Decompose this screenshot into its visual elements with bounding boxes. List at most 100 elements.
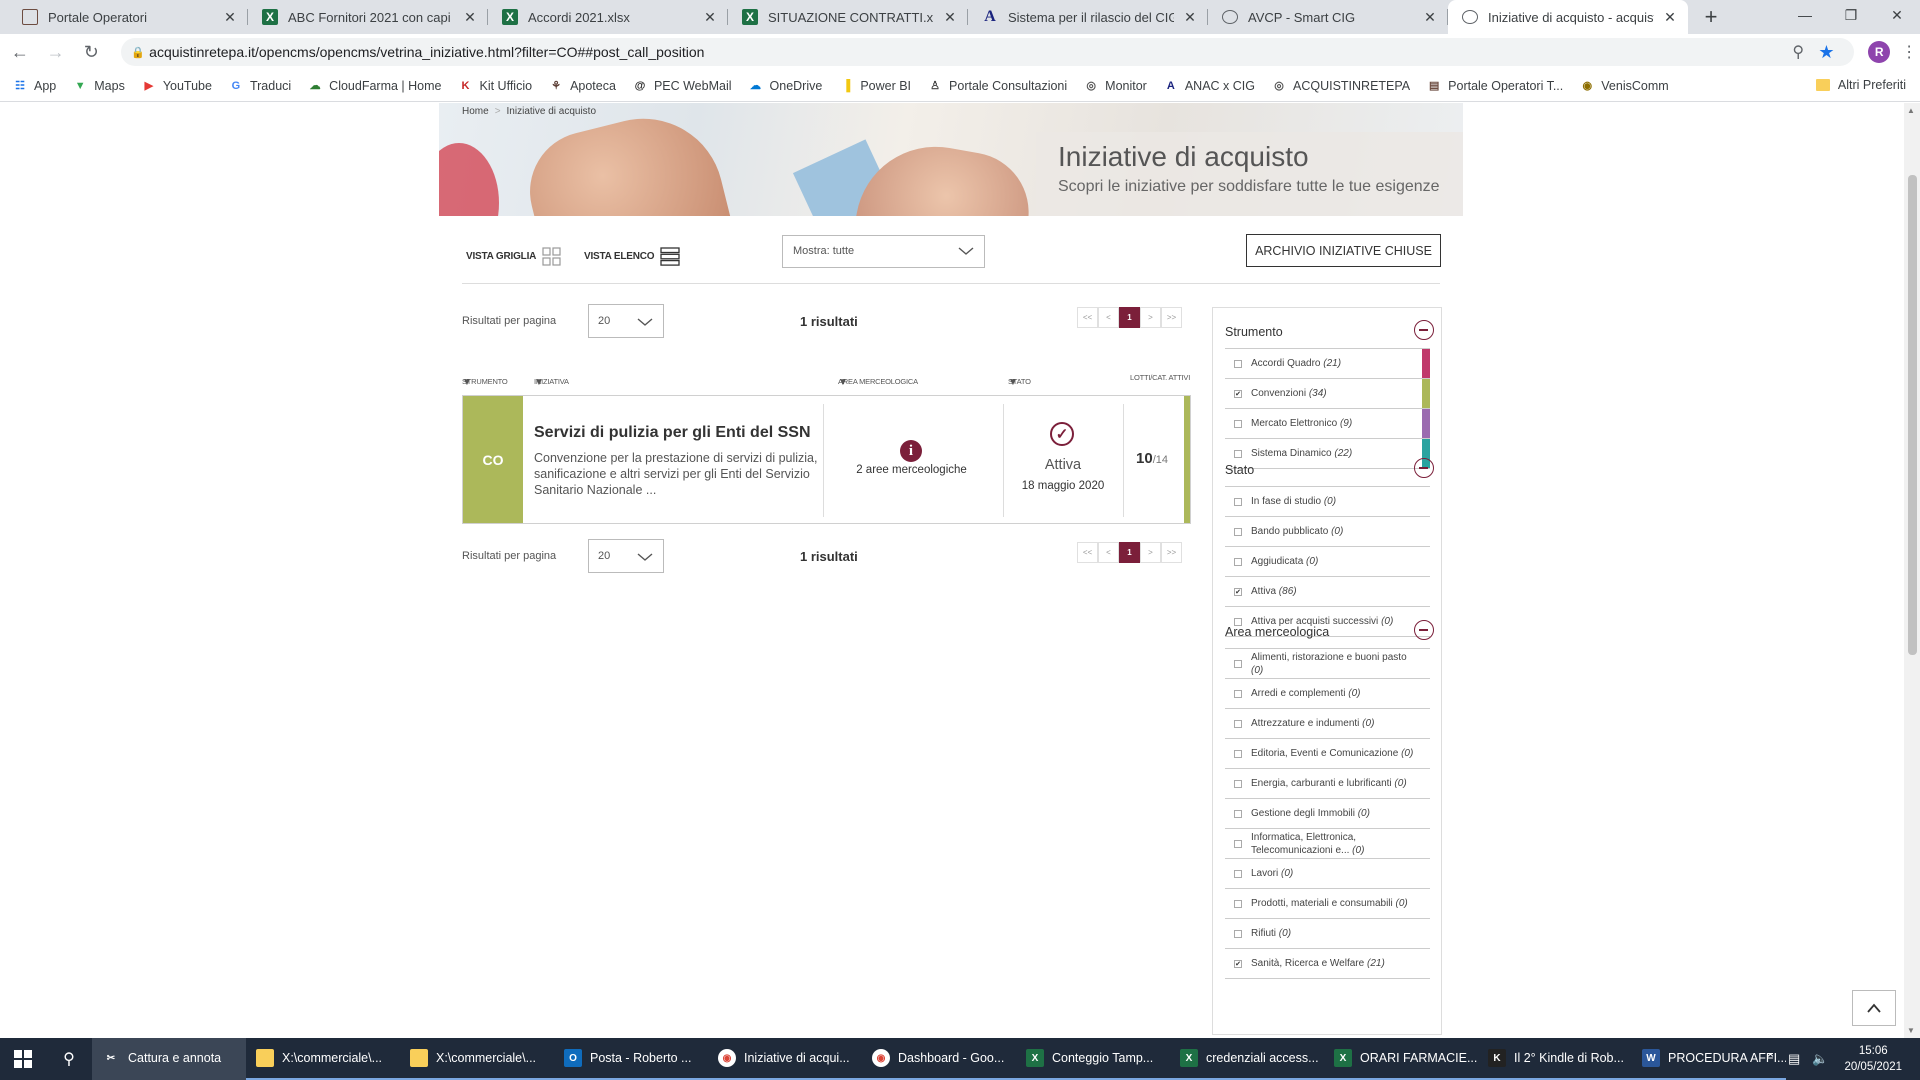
- zoom-icon[interactable]: ⚲: [1792, 42, 1818, 62]
- checkbox[interactable]: [1234, 660, 1242, 668]
- checkbox[interactable]: [1234, 360, 1242, 368]
- filter-option-area[interactable]: Arredi e complementi (0): [1225, 679, 1430, 709]
- filter-option-area[interactable]: Alimenti, ristorazione e buoni pasto (0): [1225, 649, 1430, 679]
- bookmark-item[interactable]: ▶ YouTube: [141, 78, 212, 94]
- bookmark-item[interactable]: @ PEC WebMail: [632, 78, 732, 94]
- filter-option-area[interactable]: Lavori (0): [1225, 859, 1430, 889]
- initiative-row[interactable]: CO Servizi di pulizia per gli Enti del S…: [462, 395, 1191, 524]
- first-page-button[interactable]: <<: [1077, 542, 1098, 563]
- filter-option-area[interactable]: Informatica, Elettronica, Telecomunicazi…: [1225, 829, 1430, 859]
- filter-option-strumento[interactable]: ✔ Convenzioni (34): [1225, 379, 1430, 409]
- page-scrollbar[interactable]: ▲ ▼: [1904, 103, 1920, 1038]
- taskbar-item[interactable]: X:\commerciale\...: [246, 1038, 400, 1080]
- scroll-up-icon[interactable]: ▲: [1907, 106, 1915, 115]
- close-tab-icon[interactable]: ✕: [1422, 9, 1438, 25]
- checkbox[interactable]: [1234, 870, 1242, 878]
- page-number-button[interactable]: 1: [1119, 307, 1140, 328]
- info-icon[interactable]: i: [900, 440, 922, 462]
- back-to-top-button[interactable]: [1852, 990, 1896, 1026]
- bookmark-item[interactable]: ▤ Portale Operatori T...: [1426, 78, 1563, 94]
- browser-tab[interactable]: X Accordi 2021.xlsx ✕: [488, 0, 728, 34]
- new-tab-button[interactable]: +: [1694, 0, 1728, 34]
- prev-page-button[interactable]: <: [1098, 542, 1119, 563]
- network-icon[interactable]: ▤: [1788, 1051, 1800, 1067]
- filter-option-strumento[interactable]: Accordi Quadro (21): [1225, 349, 1430, 379]
- last-page-button[interactable]: >>: [1161, 307, 1182, 328]
- taskbar-item[interactable]: X:\commerciale\...: [400, 1038, 554, 1080]
- forward-arrow-icon[interactable]: →: [40, 36, 72, 68]
- bookmark-item[interactable]: ☁ CloudFarma | Home: [307, 78, 442, 94]
- other-bookmarks[interactable]: Altri Preferiti: [1815, 78, 1906, 92]
- search-icon[interactable]: ⚲: [46, 1038, 92, 1080]
- initiative-title[interactable]: Servizi di pulizia per gli Enti del SSN: [534, 424, 811, 442]
- filter-option-area[interactable]: ✔ Sanità, Ricerca e Welfare (21): [1225, 949, 1430, 979]
- volume-muted-icon[interactable]: 🔈: [1812, 1051, 1828, 1067]
- browser-tab[interactable]: X SITUAZIONE CONTRATTI.xlsx ✕: [728, 0, 968, 34]
- close-window-icon[interactable]: ✕: [1874, 0, 1920, 30]
- checkbox[interactable]: [1234, 810, 1242, 818]
- chevron-up-icon[interactable]: ⌃: [1765, 1051, 1776, 1067]
- filter-option-stato[interactable]: Aggiudicata (0): [1225, 547, 1430, 577]
- filter-option-area[interactable]: Editoria, Eventi e Comunicazione (0): [1225, 739, 1430, 769]
- bookmark-item[interactable]: ▐ Power BI: [838, 78, 911, 94]
- checkbox[interactable]: [1234, 930, 1242, 938]
- bookmark-item[interactable]: K Kit Ufficio: [457, 78, 533, 94]
- filter-option-stato[interactable]: ✔ Attiva (86): [1225, 577, 1430, 607]
- scrollbar-thumb[interactable]: [1908, 175, 1917, 655]
- bookmark-item[interactable]: A ANAC x CIG: [1163, 78, 1255, 94]
- checkbox[interactable]: [1234, 528, 1242, 536]
- bookmark-item[interactable]: ◉ VenisComm: [1579, 78, 1668, 94]
- grid-view-button[interactable]: VISTA GRIGLIA: [466, 247, 561, 266]
- closed-initiatives-archive-button[interactable]: ARCHIVIO INIZIATIVE CHIUSE: [1246, 234, 1441, 267]
- close-tab-icon[interactable]: ✕: [702, 9, 718, 25]
- filter-option-stato[interactable]: In fase di studio (0): [1225, 487, 1430, 517]
- browser-tab[interactable]: Portale Operatori ✕: [8, 0, 248, 34]
- collapse-toggle-icon[interactable]: [1414, 458, 1434, 478]
- checked-checkbox[interactable]: ✔: [1234, 390, 1242, 398]
- back-arrow-icon[interactable]: ←: [4, 36, 36, 68]
- browser-tab[interactable]: X ABC Fornitori 2021 con capi area ✕: [248, 0, 488, 34]
- taskbar-item[interactable]: Xcredenziali access...: [1170, 1038, 1324, 1080]
- filter-option-strumento[interactable]: Sistema Dinamico (22): [1225, 439, 1430, 469]
- close-tab-icon[interactable]: ✕: [942, 9, 958, 25]
- browser-tab[interactable]: A Sistema per il rilascio del CIG in m ✕: [968, 0, 1208, 34]
- taskbar-item[interactable]: W PROCEDURA AFFI...: [1632, 1038, 1786, 1080]
- clock[interactable]: 15:06 20/05/2021: [1844, 1043, 1902, 1075]
- lock-icon[interactable]: 🔒: [131, 46, 149, 59]
- next-page-button[interactable]: >: [1140, 307, 1161, 328]
- restore-icon[interactable]: ❐: [1828, 0, 1874, 30]
- reload-icon[interactable]: ↻: [75, 36, 107, 68]
- results-per-page-select[interactable]: 20: [588, 304, 664, 338]
- checkbox[interactable]: [1234, 840, 1242, 848]
- taskbar-item[interactable]: O Posta - Roberto ...: [554, 1038, 708, 1080]
- bookmark-item[interactable]: ⚘ Apoteca: [548, 78, 616, 94]
- show-filter-select[interactable]: Mostra: tutte: [782, 235, 985, 268]
- start-button[interactable]: [0, 1038, 46, 1080]
- last-page-button[interactable]: >>: [1161, 542, 1182, 563]
- taskbar-item[interactable]: X Conteggio Tamp...: [1016, 1038, 1170, 1080]
- url-text[interactable]: acquistinretepa.it/opencms/opencms/vetri…: [149, 44, 1792, 60]
- collapse-toggle-icon[interactable]: [1414, 620, 1434, 640]
- active-browser-tab[interactable]: Iniziative di acquisto - acquistinre ✕: [1448, 0, 1688, 34]
- scroll-down-icon[interactable]: ▼: [1907, 1026, 1915, 1035]
- bookmark-item[interactable]: G Traduci: [228, 78, 292, 94]
- browser-tab[interactable]: AVCP - Smart CIG ✕: [1208, 0, 1448, 34]
- checkbox[interactable]: [1234, 900, 1242, 908]
- breadcrumb-home[interactable]: Home: [462, 106, 489, 117]
- filter-option-strumento[interactable]: Mercato Elettronico (9): [1225, 409, 1430, 439]
- bookmark-item[interactable]: ☷ App: [12, 78, 56, 94]
- filter-option-area[interactable]: Energia, carburanti e lubrificanti (0): [1225, 769, 1430, 799]
- close-tab-icon[interactable]: ✕: [1182, 9, 1198, 25]
- first-page-button[interactable]: <<: [1077, 307, 1098, 328]
- list-view-button[interactable]: VISTA ELENCO: [584, 247, 681, 266]
- results-per-page-select[interactable]: 20: [588, 539, 664, 573]
- close-tab-icon[interactable]: ✕: [462, 9, 478, 25]
- browser-menu-icon[interactable]: ⋮: [1898, 42, 1920, 62]
- prev-page-button[interactable]: <: [1098, 307, 1119, 328]
- close-tab-icon[interactable]: ✕: [222, 9, 238, 25]
- merchandise-areas[interactable]: 2 aree merceologiche: [825, 464, 998, 476]
- bookmark-item[interactable]: ▼ Maps: [72, 78, 125, 94]
- bookmark-item[interactable]: ☁ OneDrive: [748, 78, 822, 94]
- filter-option-area[interactable]: Rifiuti (0): [1225, 919, 1430, 949]
- page-number-button[interactable]: 1: [1119, 542, 1140, 563]
